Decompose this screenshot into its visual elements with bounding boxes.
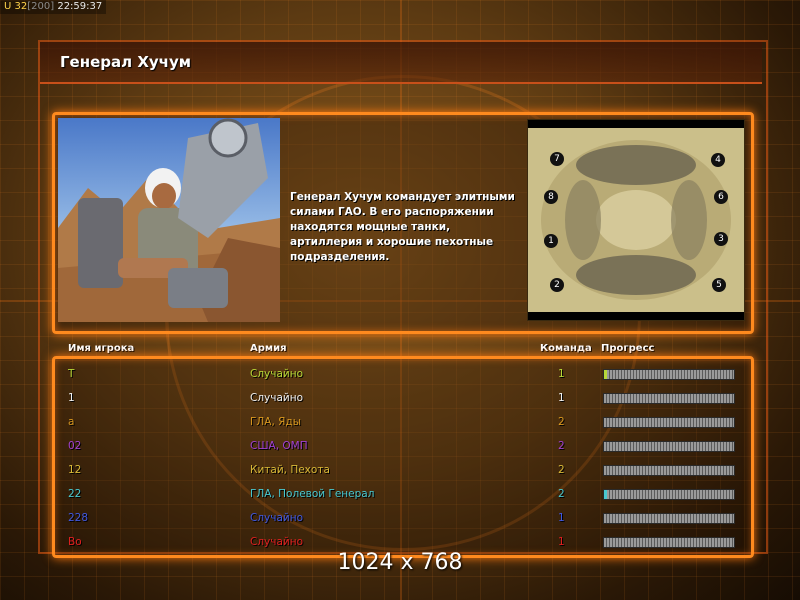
unit-prefix: U — [4, 1, 12, 12]
map-start-6[interactable]: 7 — [550, 152, 564, 166]
map-start-2[interactable]: 3 — [714, 232, 728, 246]
player-name: 1 — [68, 392, 75, 404]
player-row[interactable]: 1 Случайно 1 — [58, 388, 742, 412]
player-army: ГЛА, Яды — [250, 416, 302, 428]
player-team: 1 — [558, 536, 565, 548]
general-description: Генерал Хучум командует элитными силами … — [290, 191, 515, 263]
progress-bar — [603, 537, 735, 548]
player-name: 02 — [68, 440, 82, 452]
general-title: Генерал Хучум — [60, 53, 192, 71]
player-name: 12 — [68, 464, 82, 476]
map-start-4[interactable]: 5 — [712, 278, 726, 292]
player-name: 228 — [68, 512, 89, 524]
player-team: 1 — [558, 512, 565, 524]
player-name: Т — [68, 368, 75, 380]
player-name: Во — [68, 536, 82, 548]
player-team: 2 — [558, 464, 565, 476]
player-name: а — [68, 416, 75, 428]
player-team: 2 — [558, 488, 565, 500]
player-army: Случайно — [250, 392, 304, 404]
header-team: Команда — [540, 343, 592, 354]
player-row[interactable]: а ГЛА, Яды 2 — [58, 412, 742, 436]
header-army: Армия — [250, 343, 287, 354]
progress-bar — [603, 393, 735, 404]
player-team: 2 — [558, 440, 565, 452]
map-start-7[interactable]: 8 — [544, 190, 558, 204]
progress-bar — [603, 369, 735, 380]
player-row[interactable]: 12 Китай, Пехота 2 — [58, 460, 742, 484]
unit-limit: [200] — [27, 1, 55, 12]
header-player-name: Имя игрока — [68, 343, 135, 354]
progress-fill — [604, 490, 607, 499]
map-start-8[interactable]: 2 — [550, 278, 564, 292]
resolution-label: 1024 x 768 — [337, 550, 463, 575]
player-name: 22 — [68, 488, 82, 500]
player-army: США, ОМП — [250, 440, 308, 452]
player-team: 1 — [558, 392, 565, 404]
clock: 22:59:37 — [57, 1, 103, 12]
player-army: Случайно — [250, 512, 304, 524]
progress-bar — [603, 417, 735, 428]
player-army: Случайно — [250, 368, 304, 380]
player-row[interactable]: 228 Случайно 1 — [58, 508, 742, 532]
map-start-3[interactable]: 4 — [711, 153, 725, 167]
progress-bar — [603, 513, 735, 524]
map-start-5[interactable]: 6 — [714, 190, 728, 204]
player-team: 2 — [558, 416, 565, 428]
progress-bar — [603, 465, 735, 476]
player-row[interactable]: 22 ГЛА, Полевой Генерал 2 — [58, 484, 742, 508]
unit-count: 32 — [14, 1, 28, 12]
progress-bar — [603, 441, 735, 452]
player-team: 1 — [558, 368, 565, 380]
map-start-1[interactable]: 1 — [544, 234, 558, 248]
player-army: Китай, Пехота — [250, 464, 330, 476]
player-row[interactable]: Т Случайно 1 — [58, 364, 742, 388]
progress-bar — [603, 489, 735, 500]
player-army: ГЛА, Полевой Генерал — [250, 488, 375, 500]
header-progress: Прогресс — [601, 343, 655, 354]
progress-fill — [604, 370, 607, 379]
general-portrait — [58, 118, 280, 322]
status-bar: U 32[200] 22:59:37 — [0, 0, 107, 14]
player-row[interactable]: 02 США, ОМП 2 — [58, 436, 742, 460]
player-army: Случайно — [250, 536, 304, 548]
minimap: 1 3 4 5 6 7 8 2 — [527, 119, 745, 321]
